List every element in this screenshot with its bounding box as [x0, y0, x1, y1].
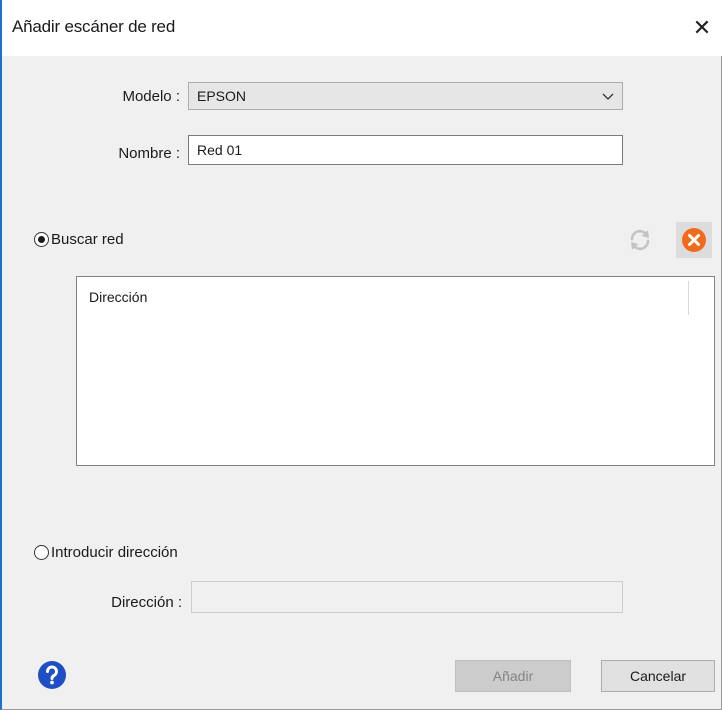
enter-address-radio-dot: [34, 545, 49, 560]
model-select-value: EPSON: [197, 88, 247, 104]
network-scanner-list[interactable]: Dirección: [76, 276, 715, 466]
enter-address-radio[interactable]: Introducir dirección: [34, 544, 178, 561]
add-network-scanner-dialog: Añadir escáner de red ✕ Modelo : EPSON N…: [0, 0, 722, 710]
title-bar: Añadir escáner de red ✕: [2, 0, 722, 56]
help-button[interactable]: [37, 660, 67, 690]
dialog-title: Añadir escáner de red: [12, 17, 176, 36]
cancel-button[interactable]: Cancelar: [601, 660, 715, 692]
model-select[interactable]: EPSON: [188, 82, 623, 110]
model-label: Modelo :: [122, 88, 180, 105]
stop-search-button[interactable]: [676, 222, 712, 258]
help-icon: [38, 661, 66, 689]
close-icon: ✕: [692, 15, 712, 40]
column-divider[interactable]: [688, 281, 689, 315]
search-network-radio-dot: [34, 232, 49, 247]
address-label: Dirección :: [111, 594, 182, 611]
search-network-radio[interactable]: Buscar red: [34, 231, 124, 248]
add-button[interactable]: Añadir: [455, 660, 571, 692]
name-label: Nombre :: [118, 145, 180, 162]
name-field[interactable]: Red 01: [188, 135, 623, 165]
close-button[interactable]: ✕: [686, 12, 718, 44]
chevron-down-icon: [602, 93, 614, 100]
search-network-label: Buscar red: [51, 231, 124, 248]
address-field[interactable]: [191, 581, 623, 613]
enter-address-label: Introducir dirección: [51, 544, 178, 561]
address-column-header[interactable]: Dirección: [89, 289, 147, 305]
refresh-icon: [630, 229, 650, 251]
refresh-button[interactable]: [622, 222, 658, 258]
name-field-value: Red 01: [197, 142, 243, 158]
stop-icon: [682, 228, 706, 252]
